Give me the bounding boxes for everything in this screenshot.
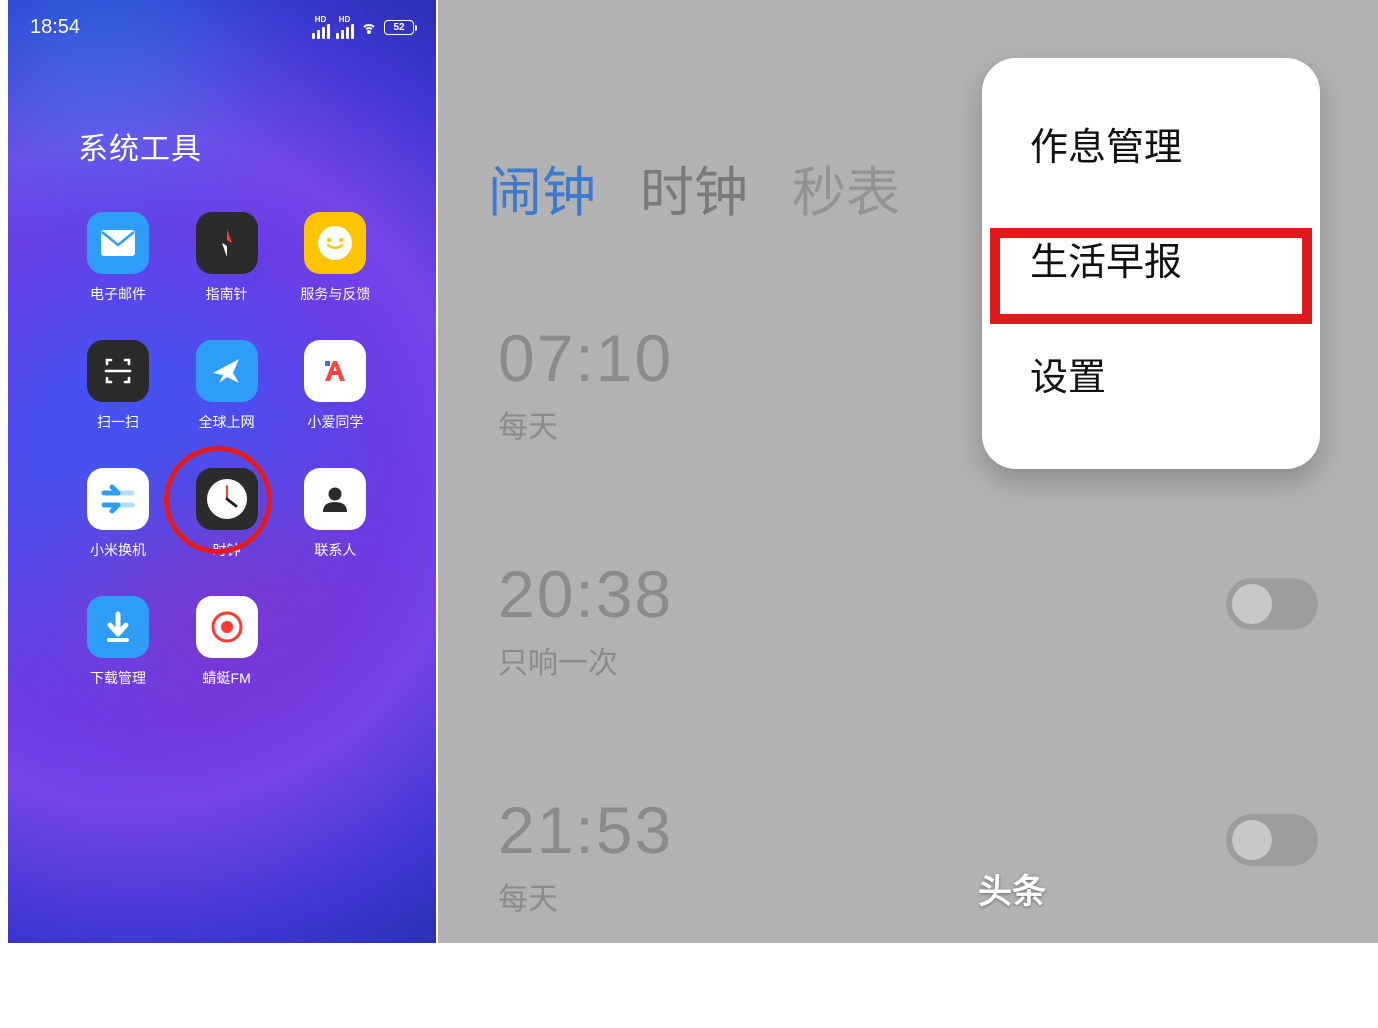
folder-title: 系统工具 [8,44,436,188]
signal-1-icon: HD [312,16,330,39]
clock-tabs: 闹钟 时钟 秒表 [488,148,900,227]
airplane-icon [196,340,258,402]
app-qingting-fm[interactable]: 蜻蜓FM [187,596,267,688]
app-xiaoai[interactable]: 小爱同学 [295,340,375,432]
alarm-repeat: 每天 [498,874,1318,918]
contacts-icon [304,468,366,530]
app-label: 服务与反馈 [300,284,370,304]
app-contacts[interactable]: 联系人 [295,468,375,560]
tab-clock[interactable]: 时钟 [640,148,748,227]
alarm-time: 21:53 [498,792,1318,868]
status-time: 18:54 [30,16,80,39]
app-label: 全球上网 [199,412,255,432]
scan-icon [87,340,149,402]
app-label: 小爱同学 [307,412,363,432]
status-right-cluster: HD HD 52 [312,16,414,39]
app-scan[interactable]: 扫一扫 [78,340,158,432]
app-label: 联系人 [314,540,356,560]
phone-home-screen: 18:54 HD HD 52 系统工具 电子邮件 指南针 [8,0,436,943]
alarm-toggle[interactable] [1226,814,1318,866]
overflow-menu-popup: 作息管理 生活早报 设置 [982,58,1320,469]
mail-icon [87,212,149,274]
app-mi-mover[interactable]: 小米换机 [78,468,158,560]
status-bar: 18:54 HD HD 52 [8,0,436,44]
tab-stopwatch[interactable]: 秒表 [792,148,900,227]
app-compass[interactable]: 指南针 [187,212,267,304]
signal-2-icon: HD [336,16,354,39]
alarm-item[interactable]: 20:38 只响一次 [498,556,1318,682]
clock-app-screen: 闹钟 时钟 秒表 07:10 每天 20:38 只响一次 21:53 每天 作息… [438,0,1378,943]
app-label: 指南针 [206,284,248,304]
app-label: 电子邮件 [90,284,146,304]
download-icon [87,596,149,658]
feedback-icon [304,212,366,274]
tab-alarm[interactable]: 闹钟 [488,148,596,227]
app-clock[interactable]: 时钟 [187,468,267,560]
app-label: 小米换机 [90,540,146,560]
menu-item-schedule[interactable]: 作息管理 [982,86,1320,201]
compass-icon [196,212,258,274]
wifi-icon [360,20,378,34]
watermark-text: 头条 [978,864,1046,913]
alarm-item[interactable]: 21:53 每天 [498,792,1318,918]
app-global-net[interactable]: 全球上网 [187,340,267,432]
battery-icon: 52 [384,20,414,35]
xiaoai-icon [304,340,366,402]
app-label: 蜻蜓FM [203,668,251,688]
menu-item-morning-report[interactable]: 生活早报 [982,201,1320,316]
fm-icon [196,596,258,658]
menu-item-settings[interactable]: 设置 [982,316,1320,431]
alarm-time: 20:38 [498,556,1318,632]
app-downloads[interactable]: 下载管理 [78,596,158,688]
app-mail[interactable]: 电子邮件 [78,212,158,304]
app-grid: 电子邮件 指南针 服务与反馈 扫一扫 全球上网 [8,188,436,688]
app-feedback[interactable]: 服务与反馈 [295,212,375,304]
alarm-repeat: 只响一次 [498,638,1318,682]
clock-icon [196,468,258,530]
app-label: 下载管理 [90,668,146,688]
alarm-toggle[interactable] [1226,578,1318,630]
mi-mover-icon [87,468,149,530]
app-label: 扫一扫 [97,412,139,432]
app-label: 时钟 [213,540,241,560]
